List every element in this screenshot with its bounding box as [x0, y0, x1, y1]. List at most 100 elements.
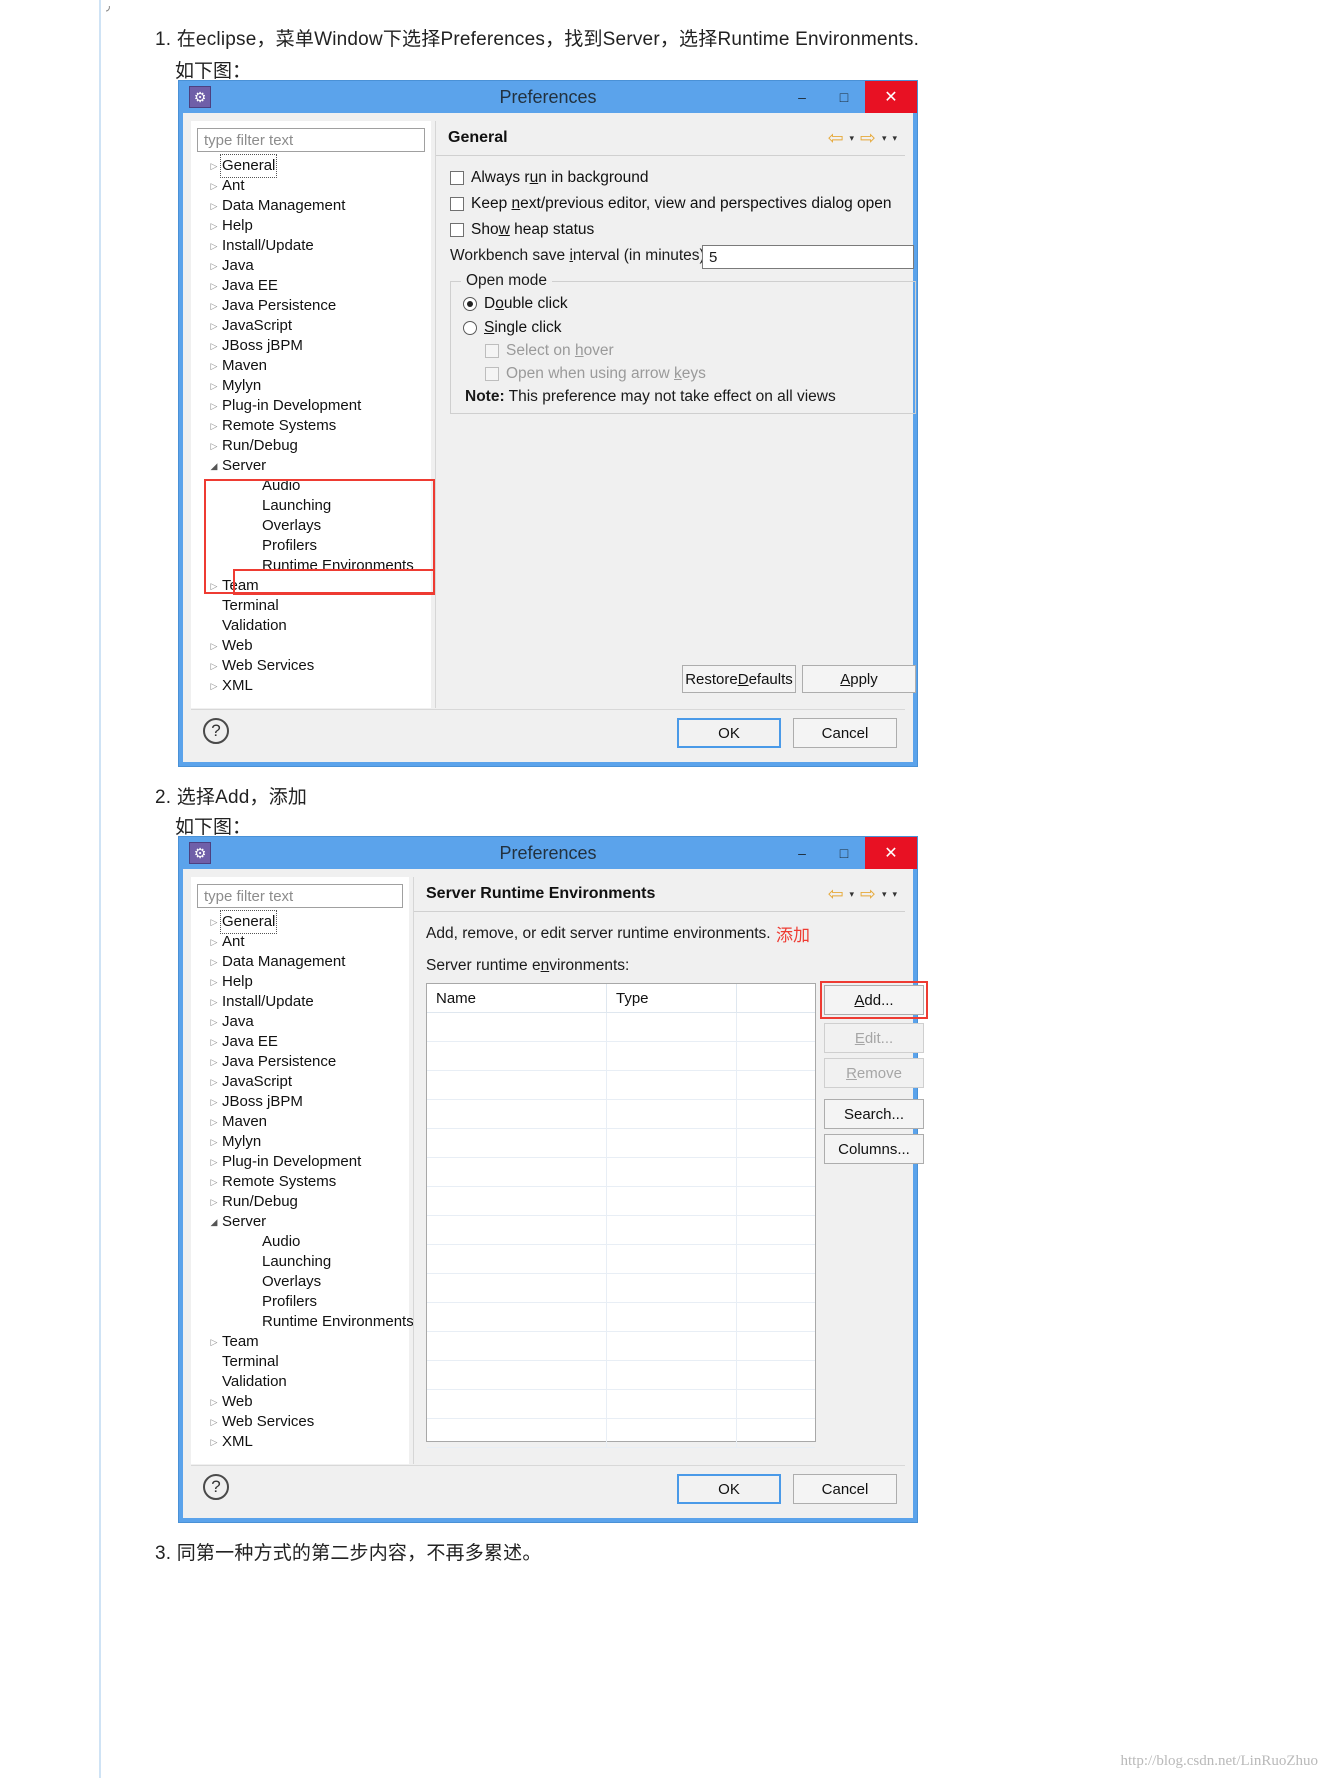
tree-item-team[interactable]: ▷ Team: [196, 1332, 408, 1352]
chevron-right-icon[interactable]: ▷: [206, 376, 222, 396]
help-icon[interactable]: ?: [203, 718, 229, 744]
server-runtime-environments-table[interactable]: Name Type: [426, 983, 816, 1448]
chevron-right-icon[interactable]: ▷: [206, 656, 222, 676]
tree-item-profilers[interactable]: Profilers: [196, 536, 430, 556]
tree-item-remote-systems[interactable]: ▷ Remote Systems: [196, 1172, 408, 1192]
tree-item-javascript[interactable]: ▷ JavaScript: [196, 1072, 408, 1092]
table-row[interactable]: [427, 1390, 815, 1419]
chevron-right-icon[interactable]: ▷: [206, 356, 222, 376]
back-chevron-down-icon-2[interactable]: ▾: [849, 889, 854, 900]
chevron-down-icon[interactable]: ◢: [206, 1212, 222, 1232]
chevron-right-icon[interactable]: ▷: [206, 932, 222, 952]
edit-button[interactable]: Edit...: [824, 1023, 924, 1053]
tree-item-java-ee[interactable]: ▷ Java EE: [196, 1032, 408, 1052]
dialog2-preference-tree[interactable]: ▷ General ▷ Ant ▷ Data Management ▷ Help ▷ Instal…: [192, 910, 414, 1452]
tree-item-launching[interactable]: Launching: [196, 496, 430, 516]
chevron-right-icon[interactable]: ▷: [206, 1332, 222, 1352]
tree-item-javascript[interactable]: ▷ JavaScript: [196, 316, 430, 336]
search-button[interactable]: Search...: [824, 1099, 924, 1129]
tree-item-general[interactable]: ▷ General: [196, 910, 408, 934]
chevron-right-icon[interactable]: ▷: [206, 196, 222, 216]
tree-item-ant[interactable]: ▷ Ant: [196, 176, 430, 196]
restore-defaults-button[interactable]: Restore Defaults: [682, 665, 796, 693]
preferences-dialog-1[interactable]: ⚙ Preferences – □ ✕ type filter text ▷ Ge…: [178, 80, 918, 767]
chevron-right-icon[interactable]: ▷: [206, 1192, 222, 1212]
tree-item-runtime-environments[interactable]: Runtime Environments: [196, 1312, 414, 1332]
open-arrow-keys-row[interactable]: Open when using arrow keys: [485, 365, 706, 383]
add-button[interactable]: Add...: [824, 985, 924, 1015]
table-row[interactable]: [427, 1013, 815, 1042]
workbench-save-interval-input[interactable]: 5: [702, 245, 914, 269]
show-heap-status-row[interactable]: Show heap status: [450, 221, 594, 239]
tree-item-plug-in-development[interactable]: ▷ Plug-in Development: [196, 1152, 408, 1172]
ok-button-2[interactable]: OK: [677, 1474, 781, 1504]
back-chevron-down-icon[interactable]: ▾: [849, 133, 854, 144]
maximize-button-2[interactable]: □: [823, 837, 865, 869]
chevron-right-icon[interactable]: ▷: [206, 1092, 222, 1112]
tree-item-java-ee[interactable]: ▷ Java EE: [196, 276, 430, 296]
back-arrow-icon[interactable]: ⇦: [828, 127, 844, 150]
tree-item-run-debug[interactable]: ▷ Run/Debug: [196, 1192, 408, 1212]
chevron-right-icon[interactable]: ▷: [206, 256, 222, 276]
tree-item-overlays[interactable]: Overlays: [196, 516, 430, 536]
tree-item-jboss-jbpm[interactable]: ▷ JBoss jBPM: [196, 336, 430, 356]
tree-item-data-management[interactable]: ▷ Data Management: [196, 196, 430, 216]
tree-item-runtime-environments[interactable]: Runtime Environments: [196, 556, 430, 576]
tree-item-terminal[interactable]: Terminal: [196, 1352, 408, 1372]
chevron-right-icon[interactable]: ▷: [206, 1032, 222, 1052]
table-row[interactable]: [427, 1042, 815, 1071]
column-header-name[interactable]: Name: [427, 984, 607, 1012]
tree-item-mylyn[interactable]: ▷ Mylyn: [196, 1132, 408, 1152]
forward-arrow-icon-2[interactable]: ⇨: [860, 883, 876, 906]
chevron-right-icon[interactable]: ▷: [206, 316, 222, 336]
table-row[interactable]: [427, 1303, 815, 1332]
chevron-right-icon[interactable]: ▷: [206, 952, 222, 972]
tree-item-ant[interactable]: ▷ Ant: [196, 932, 408, 952]
chevron-right-icon[interactable]: ▷: [206, 1112, 222, 1132]
dialog2-titlebar[interactable]: ⚙ Preferences – □ ✕: [179, 837, 917, 869]
chevron-right-icon[interactable]: ▷: [206, 216, 222, 236]
tree-item-terminal[interactable]: Terminal: [196, 596, 430, 616]
single-click-radio[interactable]: [463, 321, 477, 335]
table-row[interactable]: [427, 1332, 815, 1361]
tree-item-launching[interactable]: Launching: [196, 1252, 408, 1272]
column-header-blank[interactable]: [737, 984, 815, 1012]
chevron-right-icon[interactable]: ▷: [206, 296, 222, 316]
tree-item-validation[interactable]: Validation: [196, 1372, 408, 1392]
tree-item-web-services[interactable]: ▷ Web Services: [196, 656, 430, 676]
table-row[interactable]: [427, 1129, 815, 1158]
chevron-right-icon[interactable]: ▷: [206, 276, 222, 296]
tree-item-remote-systems[interactable]: ▷ Remote Systems: [196, 416, 430, 436]
tree-item-maven[interactable]: ▷ Maven: [196, 1112, 408, 1132]
tree-item-help[interactable]: ▷ Help: [196, 216, 430, 236]
minimize-button[interactable]: –: [781, 81, 823, 113]
dialog1-preference-tree[interactable]: ▷ General ▷ Ant ▷ Data Management ▷ Help ▷ Instal…: [192, 154, 430, 696]
apply-button[interactable]: Apply: [802, 665, 916, 693]
minimize-button-2[interactable]: –: [781, 837, 823, 869]
chevron-right-icon[interactable]: ▷: [206, 436, 222, 456]
chevron-right-icon[interactable]: ▷: [206, 1152, 222, 1172]
chevron-right-icon[interactable]: ▷: [206, 236, 222, 256]
chevron-right-icon[interactable]: ▷: [206, 1012, 222, 1032]
tree-item-overlays[interactable]: Overlays: [196, 1272, 408, 1292]
table-row[interactable]: [427, 1361, 815, 1390]
tree-item-server[interactable]: ◢ Server: [196, 456, 430, 476]
tree-item-help[interactable]: ▷ Help: [196, 972, 408, 992]
table-row[interactable]: [427, 1158, 815, 1187]
tree-item-profilers[interactable]: Profilers: [196, 1292, 408, 1312]
open-arrow-keys-checkbox[interactable]: [485, 367, 499, 381]
tree-item-java[interactable]: ▷ Java: [196, 256, 430, 276]
view-menu-chevron-down-icon[interactable]: ▾: [892, 133, 897, 144]
chevron-right-icon[interactable]: ▷: [206, 1392, 222, 1412]
select-on-hover-checkbox[interactable]: [485, 344, 499, 358]
tree-item-run-debug[interactable]: ▷ Run/Debug: [196, 436, 430, 456]
remove-button[interactable]: Remove: [824, 1058, 924, 1088]
tree-item-data-management[interactable]: ▷ Data Management: [196, 952, 408, 972]
chevron-right-icon[interactable]: ▷: [206, 1052, 222, 1072]
chevron-right-icon[interactable]: ▷: [206, 636, 222, 656]
table-row[interactable]: [427, 1187, 815, 1216]
always-run-in-background-row[interactable]: Always run in background: [450, 169, 649, 187]
chevron-right-icon[interactable]: ▷: [206, 336, 222, 356]
close-button-2[interactable]: ✕: [865, 837, 917, 869]
chevron-right-icon[interactable]: ▷: [206, 1432, 222, 1452]
